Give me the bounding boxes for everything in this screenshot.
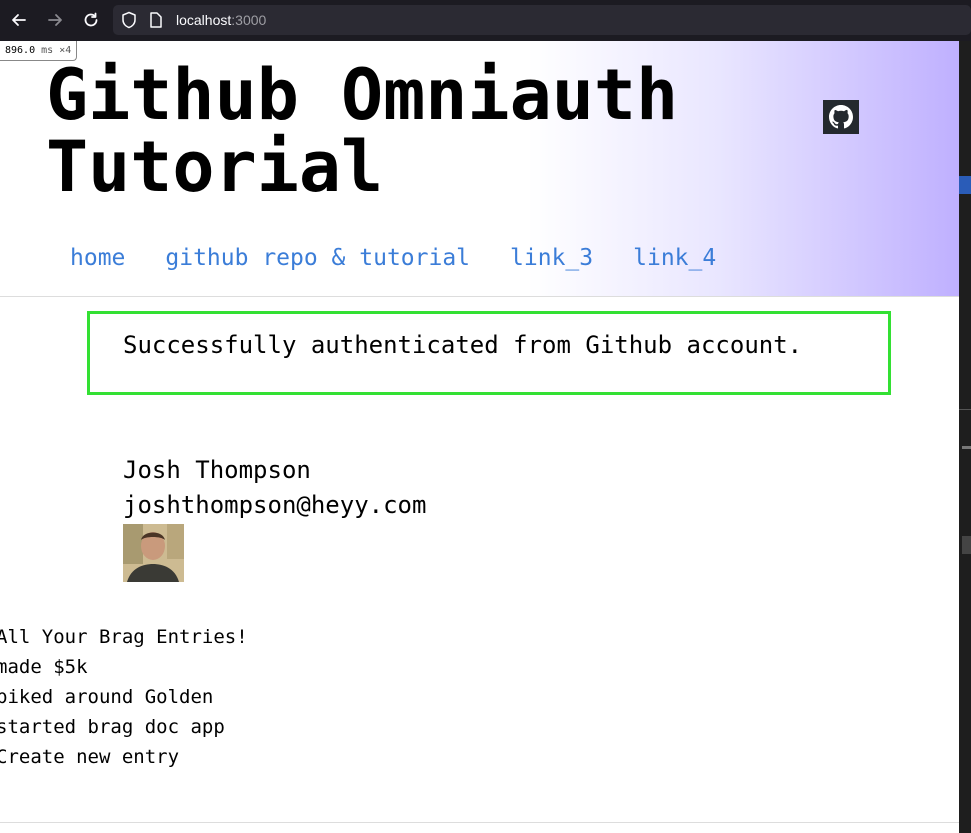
timing-multiplier: ×4: [59, 45, 72, 56]
back-arrow-icon[interactable]: [8, 9, 30, 31]
browser-toolbar: localhost:3000: [0, 0, 971, 41]
footer-divider: [0, 822, 959, 823]
create-entry-link[interactable]: Create new entry: [0, 742, 248, 772]
forward-arrow-icon[interactable]: [44, 9, 66, 31]
render-timing-badge: 896.0 ms ×4: [0, 41, 78, 61]
shield-icon[interactable]: [121, 11, 137, 33]
site-title-line2: Tutorial: [46, 126, 384, 208]
avatar: [123, 524, 184, 582]
page-viewport: Github Omniauth Tutorial home github rep…: [0, 41, 959, 833]
flash-notice: Successfully authenticated from Github a…: [87, 311, 891, 395]
nav-link-4[interactable]: link_4: [633, 245, 716, 271]
nav-github-repo[interactable]: github repo & tutorial: [165, 245, 470, 271]
brag-heading: All Your Brag Entries!: [0, 626, 248, 648]
url-text[interactable]: localhost:3000: [176, 12, 266, 28]
user-name: Josh Thompson: [123, 456, 311, 484]
devtools-panel-edge: [959, 41, 971, 833]
brag-entry[interactable]: started brag doc app: [0, 712, 248, 742]
user-profile: Josh Thompson joshthompson@heyy.com: [123, 453, 426, 523]
brag-section: All Your Brag Entries! made $5k biked ar…: [0, 622, 248, 772]
site-header: Github Omniauth Tutorial home github rep…: [0, 41, 959, 297]
nav-home[interactable]: home: [70, 245, 125, 271]
github-icon: [829, 105, 853, 129]
reload-icon[interactable]: [80, 9, 102, 31]
brag-entry[interactable]: made $5k: [0, 652, 248, 682]
brag-entry[interactable]: biked around Golden: [0, 682, 248, 712]
site-title-line1: Github Omniauth: [46, 54, 679, 136]
url-host: localhost: [176, 12, 232, 28]
user-email: joshthompson@heyy.com: [123, 491, 427, 519]
main-nav: home github repo & tutorial link_3 link_…: [70, 245, 716, 271]
site-title: Github Omniauth Tutorial: [46, 59, 766, 203]
page-icon: [149, 11, 163, 33]
url-bar[interactable]: localhost:3000: [113, 5, 971, 35]
timing-unit: ms: [41, 45, 54, 56]
flash-message: Successfully authenticated from Github a…: [123, 331, 803, 359]
github-link[interactable]: [823, 100, 859, 134]
timing-value: 896.0: [5, 45, 36, 56]
url-port: :3000: [231, 12, 267, 28]
nav-link-3[interactable]: link_3: [510, 245, 593, 271]
